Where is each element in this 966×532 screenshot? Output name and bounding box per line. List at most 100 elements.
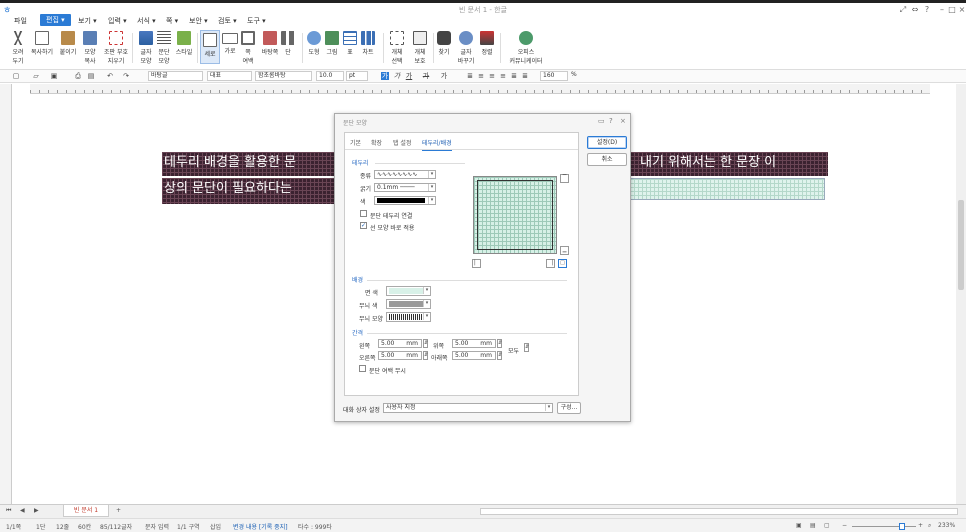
doc-line-1-left[interactable]: 테두리 배경을 활용한 문 (162, 152, 336, 176)
pattern-shape-select[interactable]: ▾ (386, 312, 431, 322)
protect-object-button[interactable]: 개체 보호 (408, 31, 432, 65)
preview-icon[interactable]: ▤ (87, 72, 95, 80)
border-preview[interactable] (473, 176, 557, 254)
bold-button[interactable]: 가 (381, 72, 389, 80)
menu-security[interactable]: 보안 ▾ (189, 16, 208, 26)
sort-button[interactable]: 정렬 (478, 31, 496, 56)
font-select[interactable]: 함초롬바탕 (255, 71, 312, 81)
dialog-settings-select[interactable]: 사용자 지정 ▾ (383, 403, 553, 413)
superscript-button[interactable]: 가 (440, 72, 448, 80)
style-button[interactable]: 스타일 (172, 31, 196, 56)
vertical-scrollbar[interactable] (956, 84, 966, 504)
zoom-input[interactable]: 160 (540, 71, 568, 81)
menu-page[interactable]: 쪽 ▾ (166, 16, 178, 26)
table-button[interactable]: 표 (340, 31, 360, 56)
zoom-slider-handle[interactable] (899, 523, 905, 530)
align-center-icon[interactable]: ≡ (488, 72, 496, 80)
ignore-margin-checkbox[interactable] (359, 365, 366, 372)
horizontal-scrollbar[interactable] (480, 508, 958, 515)
menu-edit[interactable]: 편집 ▾ (40, 14, 71, 26)
tab-basic[interactable]: 기본 (350, 138, 361, 147)
align-left-icon[interactable]: ≡ (477, 72, 485, 80)
redo-icon[interactable]: ↷ (122, 72, 130, 80)
zoom-slider[interactable] (852, 526, 916, 527)
right-spacing-input[interactable]: 5.00 mm (378, 351, 422, 360)
align-justify-icon[interactable]: ≣ (466, 72, 474, 80)
font-size-input[interactable]: 10.0 (316, 71, 344, 81)
menu-review[interactable]: 검토 ▾ (218, 16, 237, 26)
border-bottom-button[interactable]: ▁ (560, 246, 569, 255)
add-tab-button[interactable]: + (116, 507, 121, 514)
cancel-button[interactable]: 취소 (587, 153, 627, 166)
dialog-close-button[interactable]: × (620, 117, 626, 125)
underline-button[interactable]: 가 (405, 72, 413, 80)
view-web-icon[interactable]: ▤ (810, 522, 816, 529)
tab-scroll-next-icon[interactable]: ▶ (34, 507, 39, 514)
tab-tab-settings[interactable]: 탭 설정 (393, 138, 411, 147)
undo-icon[interactable]: ↶ (106, 72, 114, 80)
align-distribute-icon[interactable]: ≣ (510, 72, 518, 80)
menu-view[interactable]: 보기 ▾ (78, 16, 97, 26)
copy-button[interactable]: 복사하기 (30, 31, 54, 56)
align-right-icon[interactable]: ≡ (499, 72, 507, 80)
scroll-thumb[interactable] (958, 200, 964, 290)
configure-button[interactable]: 구성... (557, 402, 581, 414)
replace-button[interactable]: 글자 바꾸기 (454, 31, 478, 65)
new-doc-icon[interactable]: ▢ (12, 72, 20, 80)
pattern-color-select[interactable]: ▾ (386, 299, 431, 309)
top-spacing-input[interactable]: 5.00 mm (452, 339, 496, 348)
border-inner-button[interactable]: ▕ (546, 259, 555, 268)
chart-button[interactable]: 차트 (358, 31, 378, 56)
open-folder-icon[interactable]: ▱ (32, 72, 40, 80)
format-painter-button[interactable]: 모양 복사 (78, 31, 102, 65)
find-button[interactable]: 찾기 (435, 31, 453, 56)
zoom-in-icon[interactable]: + (918, 522, 923, 529)
menu-format[interactable]: 서식 ▾ (137, 16, 156, 26)
bottom-spacing-stepper[interactable]: ⇵ (497, 351, 502, 360)
connect-border-checkbox[interactable] (360, 210, 367, 217)
tab-scroll-first-icon[interactable]: ⏮ (6, 507, 11, 515)
erase-codes-button[interactable]: 조판 부호 지우기 (102, 31, 130, 65)
communicator-button[interactable]: 오피스 커뮤니케이터 (506, 31, 546, 65)
lang-select[interactable]: 대표 (207, 71, 252, 81)
view-normal-icon[interactable]: ▣ (796, 522, 802, 529)
strike-button[interactable]: 가 (422, 72, 430, 80)
italic-button[interactable]: 가 (393, 72, 401, 80)
menu-tools[interactable]: 도구 ▾ (247, 16, 266, 26)
dialog-help-button[interactable]: ? (609, 117, 613, 125)
left-spacing-stepper[interactable]: ⇵ (423, 339, 428, 348)
print-icon[interactable]: ⎙ (74, 72, 82, 80)
page-margin-button[interactable]: 쪽 여백 (238, 31, 258, 65)
doc-line-1-right[interactable]: 내기 위해서는 한 문장 이 (630, 152, 828, 176)
border-width-select[interactable]: 0.1mm ──── ▾ (374, 183, 436, 192)
paste-button[interactable]: 붙이기 (56, 31, 80, 56)
vertical-button[interactable]: 세로 (200, 30, 220, 64)
border-type-select[interactable]: ∿∿∿∿∿∿∿∿ ▾ (374, 170, 436, 179)
border-color-select[interactable]: ▾ (374, 196, 436, 205)
status-track-changes[interactable]: 변경 내용 [기록 중지] (233, 522, 288, 531)
border-top-button[interactable]: ▔ (560, 174, 569, 183)
doc-line-2[interactable]: 상의 문단이 필요하다는 (162, 178, 336, 204)
zoom-search-icon[interactable]: ⌕ (928, 522, 931, 530)
view-full-icon[interactable]: ▢ (824, 522, 830, 529)
status-insert[interactable]: 삽입 (210, 522, 221, 531)
doc-tab[interactable]: 빈 문서 1 (63, 505, 109, 517)
align-divide-icon[interactable]: ≣ (521, 72, 529, 80)
all-spacing-stepper[interactable]: ⇵ (524, 343, 529, 352)
shape-button[interactable]: 도형 (304, 31, 324, 56)
save-icon[interactable]: ▣ (50, 72, 58, 80)
columns-button[interactable]: 단 (278, 31, 298, 56)
tab-extended[interactable]: 확장 (371, 138, 382, 147)
set-button[interactable]: 설정(D) (587, 136, 627, 149)
face-color-select[interactable]: ▾ (386, 286, 431, 296)
font-unit-select[interactable]: pt (346, 71, 368, 81)
horizontal-button[interactable]: 가로 (220, 31, 240, 55)
right-spacing-stepper[interactable]: ⇵ (423, 351, 428, 360)
menu-insert[interactable]: 입력 ▾ (108, 16, 127, 26)
dialog-minimize-icon[interactable]: ▭ (598, 117, 605, 125)
border-all-button[interactable]: □ (558, 259, 567, 268)
tab-scroll-prev-icon[interactable]: ◀ (20, 507, 25, 514)
zoom-out-icon[interactable]: − (842, 522, 847, 529)
style-select[interactable]: 바탕글 (148, 71, 203, 81)
left-spacing-input[interactable]: 5.00 mm (378, 339, 422, 348)
